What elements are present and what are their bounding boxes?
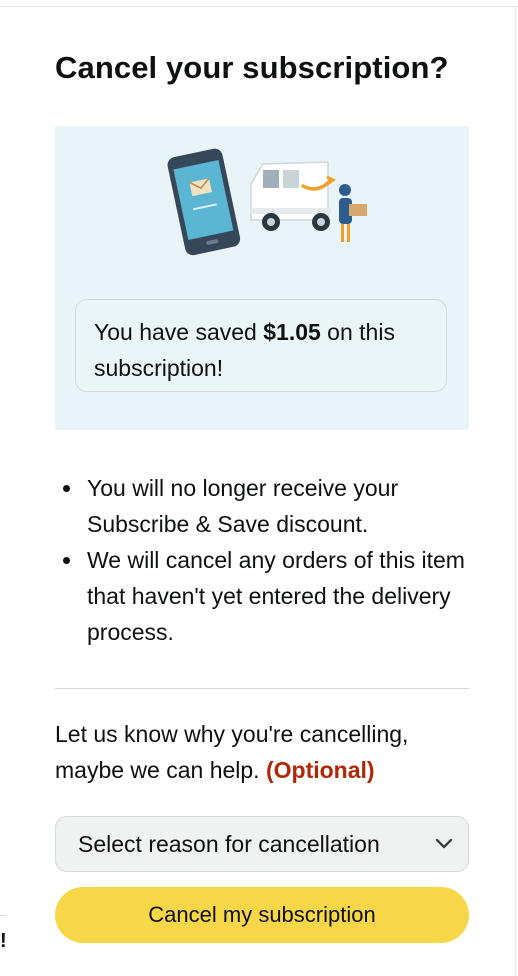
background-page-text: !	[0, 930, 7, 952]
page: ! Cancel your subscription? You have sav…	[0, 0, 518, 976]
cancellation-consequences-list: You will no longer receive your Subscrib…	[55, 470, 475, 650]
cancellation-reason-select[interactable]: Select reason for cancellation	[55, 816, 469, 872]
list-item-text: We will cancel any orders of this item t…	[87, 547, 465, 645]
cancel-subscription-button[interactable]: Cancel my subscription	[55, 887, 469, 943]
bullet-icon	[63, 485, 70, 492]
list-item: We will cancel any orders of this item t…	[55, 542, 475, 650]
top-divider	[0, 6, 518, 7]
bullet-icon	[63, 557, 70, 564]
reason-select-value: Select reason for cancellation	[78, 831, 380, 857]
savings-hero: You have saved $1.05 on this subscriptio…	[55, 126, 469, 430]
savings-amount: $1.05	[263, 319, 321, 345]
cancellation-reason-prompt: Let us know why you're cancelling, maybe…	[55, 716, 475, 788]
panel-edge	[515, 6, 516, 976]
optional-label: (Optional)	[265, 757, 375, 783]
savings-card: You have saved $1.05 on this subscriptio…	[75, 299, 447, 392]
chevron-down-icon	[435, 838, 453, 849]
phone-and-delivery-van-illustration	[167, 148, 367, 256]
section-divider	[55, 688, 469, 689]
savings-prefix: You have saved	[94, 319, 264, 345]
dialog-title: Cancel your subscription?	[55, 50, 449, 85]
list-item: You will no longer receive your Subscrib…	[55, 470, 475, 542]
list-item-text: You will no longer receive your Subscrib…	[87, 475, 399, 537]
